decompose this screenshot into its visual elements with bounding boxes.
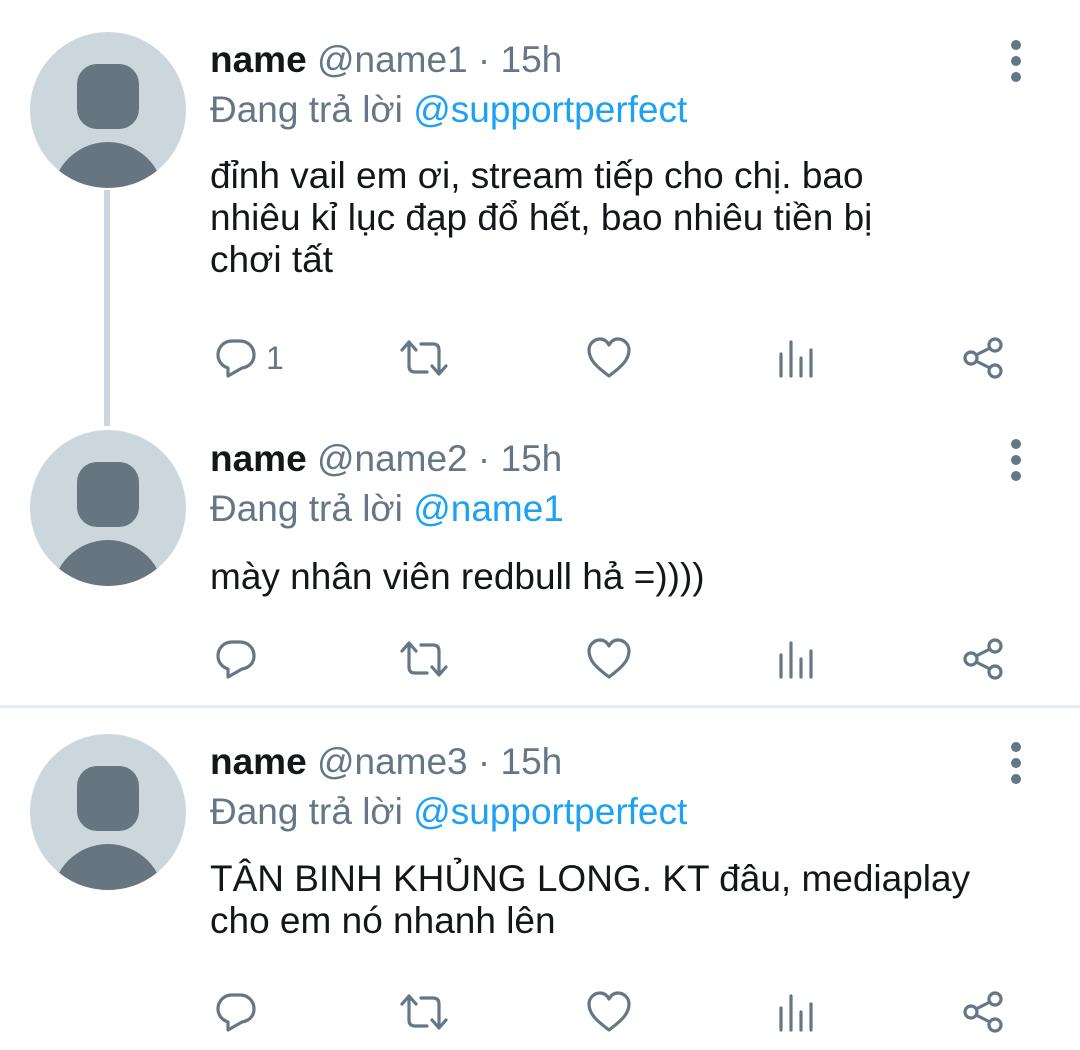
reply-icon (216, 339, 256, 378)
display-name[interactable]: name (210, 741, 307, 782)
handle-time: @name3 · 15h (316, 741, 563, 782)
tweet-text: TÂN BINH KHỦNG LONG. KT đâu, mediaplay c… (210, 858, 1050, 942)
reply-icon (216, 640, 256, 679)
tweet-header: name @name3 · 15h (210, 740, 562, 784)
heart-icon (587, 991, 631, 1032)
share-icon (963, 638, 1003, 680)
tweet-header: name @name2 · 15h (210, 437, 562, 481)
analytics-icon (779, 994, 813, 1032)
tweet[interactable]: name @name1 · 15h Đang trả lời @supportp… (0, 0, 1080, 410)
reply-icon (216, 993, 256, 1032)
tweet-text-line: cho em nó nhanh lên (210, 900, 556, 941)
tweet-text-line: đỉnh vail em ơi, stream tiếp cho chị. ba… (210, 155, 864, 196)
share-button[interactable] (960, 988, 1006, 1036)
reply-button[interactable] (214, 988, 266, 1036)
avatar[interactable] (30, 430, 186, 586)
tweet[interactable]: name @name2 · 15h Đang trả lời @name1 mà… (0, 400, 1080, 700)
display-name[interactable]: name (210, 438, 307, 479)
retweet-button[interactable] (398, 334, 450, 382)
tweet-header: name @name1 · 15h (210, 38, 562, 82)
reply-mention[interactable]: @name1 (413, 488, 564, 529)
more-vertical-icon[interactable] (996, 36, 1036, 86)
more-vertical-icon[interactable] (996, 738, 1036, 788)
like-button[interactable] (586, 334, 632, 382)
display-name[interactable]: name (210, 39, 307, 80)
retweet-icon (400, 340, 448, 376)
retweet-icon (400, 994, 448, 1030)
tweet-text: đỉnh vail em ơi, stream tiếp cho chị. ba… (210, 155, 1050, 281)
reply-prefix: Đang trả lời (210, 488, 403, 529)
share-icon (963, 337, 1003, 379)
tweet-actions (210, 988, 1030, 1036)
analytics-icon (779, 641, 813, 679)
reply-context: Đang trả lời @supportperfect (210, 790, 687, 834)
tweet-text: mày nhân viên redbull hả =)))) (210, 556, 1050, 598)
reply-prefix: Đang trả lời (210, 89, 403, 130)
analytics-button[interactable] (776, 635, 816, 683)
share-button[interactable] (960, 334, 1006, 382)
tweet-actions: 1 (210, 334, 1030, 382)
reply-button[interactable] (214, 635, 266, 683)
avatar[interactable] (30, 734, 186, 890)
tweet[interactable]: name @name3 · 15h Đang trả lời @supportp… (0, 708, 1080, 1050)
handle-time: @name1 · 15h (316, 39, 563, 80)
share-button[interactable] (960, 635, 1006, 683)
tweet-text-line: nhiêu kỉ lục đạp đổ hết, bao nhiêu tiền … (210, 197, 873, 238)
heart-icon (587, 337, 631, 378)
reply-prefix: Đang trả lời (210, 791, 403, 832)
analytics-button[interactable] (776, 988, 816, 1036)
reply-button[interactable]: 1 (214, 334, 284, 382)
reply-context: Đang trả lời @name1 (210, 487, 564, 531)
analytics-button[interactable] (776, 334, 816, 382)
tweet-text-line: chơi tất (210, 239, 333, 280)
more-vertical-icon[interactable] (996, 435, 1036, 485)
tweet-text-line: mày nhân viên redbull hả =)))) (210, 556, 705, 597)
avatar[interactable] (30, 32, 186, 188)
like-button[interactable] (586, 988, 632, 1036)
handle-time: @name2 · 15h (316, 438, 563, 479)
analytics-icon (779, 340, 813, 378)
retweet-button[interactable] (398, 635, 450, 683)
reply-context: Đang trả lời @supportperfect (210, 88, 687, 132)
tweet-text-line: TÂN BINH KHỦNG LONG. KT đâu, mediaplay (210, 858, 971, 899)
retweet-icon (400, 641, 448, 677)
retweet-button[interactable] (398, 988, 450, 1036)
like-button[interactable] (586, 635, 632, 683)
reply-mention[interactable]: @supportperfect (413, 89, 687, 130)
share-icon (963, 991, 1003, 1033)
reply-count: 1 (266, 339, 284, 376)
heart-icon (587, 638, 631, 679)
reply-mention[interactable]: @supportperfect (413, 791, 687, 832)
tweet-actions (210, 635, 1030, 683)
